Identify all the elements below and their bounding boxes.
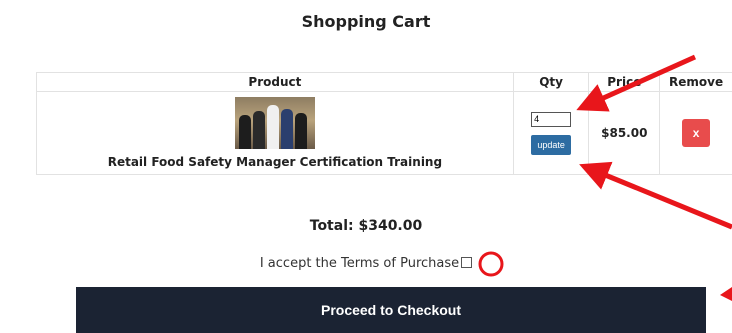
terms-checkbox[interactable]	[461, 257, 473, 268]
table-row: Retail Food Safety Manager Certification…	[36, 91, 732, 175]
remove-button[interactable]: x	[682, 119, 711, 147]
proceed-to-checkout-button[interactable]: Proceed to Checkout	[76, 287, 706, 333]
terms-row: I accept the Terms of Purchase	[0, 256, 732, 271]
header-price: Price	[588, 72, 661, 92]
annotation-arrow-checkout	[720, 287, 732, 301]
product-name: Retail Food Safety Manager Certification…	[107, 155, 443, 169]
update-button[interactable]: update	[531, 134, 571, 155]
cart-table: Product Qty Price Remove Retail Food Saf…	[36, 72, 732, 175]
table-header-row: Product Qty Price Remove	[36, 72, 732, 92]
quantity-input[interactable]	[531, 111, 572, 127]
product-cell: Retail Food Safety Manager Certification…	[36, 91, 514, 175]
header-remove: Remove	[659, 72, 732, 92]
terms-label: I accept the Terms of Purchase	[259, 256, 460, 271]
price-cell: $85.00	[588, 91, 661, 175]
product-image	[234, 97, 315, 149]
cart-total: Total: $340.00	[309, 218, 423, 234]
header-qty: Qty	[512, 72, 590, 92]
qty-cell: update	[512, 91, 590, 175]
header-product: Product	[36, 72, 514, 92]
page-title: Shopping Cart	[301, 12, 431, 31]
remove-cell: x	[659, 91, 732, 175]
